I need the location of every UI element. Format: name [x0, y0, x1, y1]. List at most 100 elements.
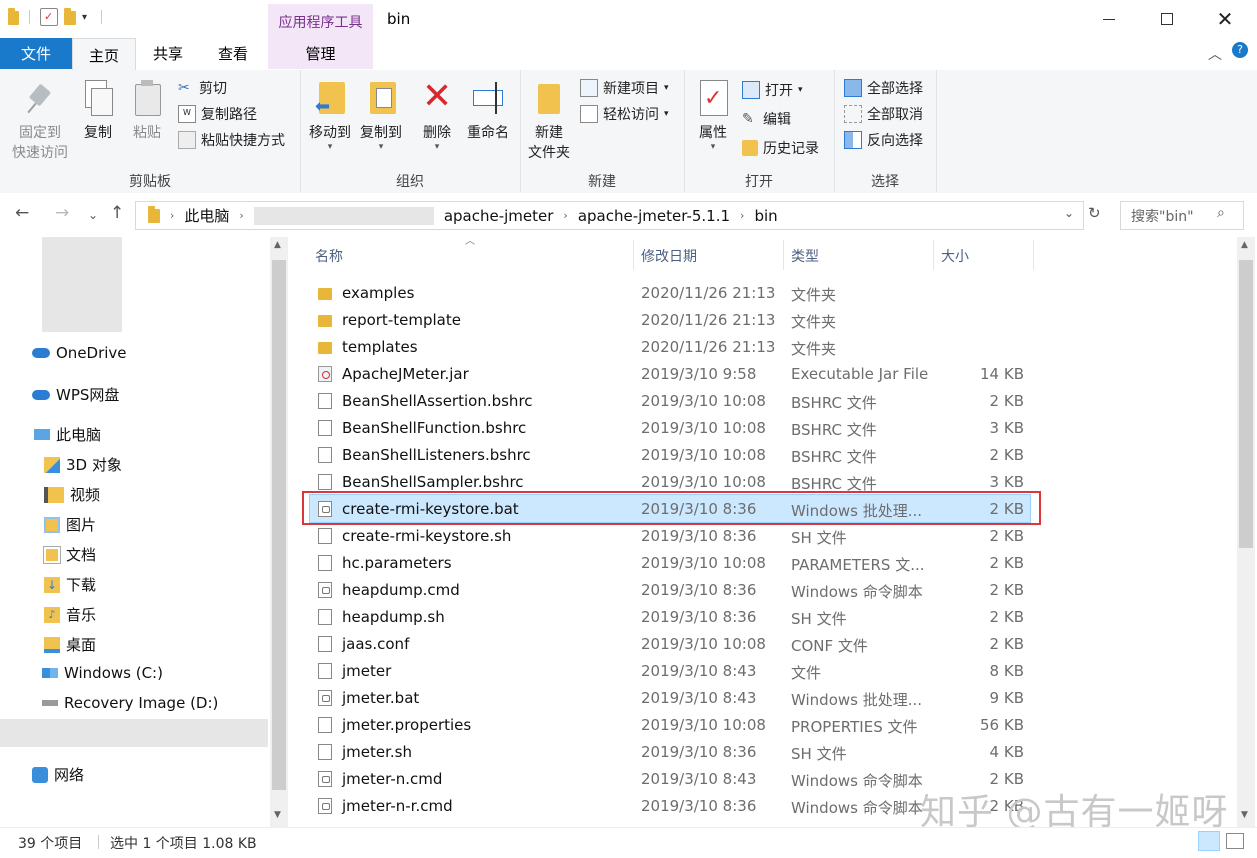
- file-row[interactable]: examples 2020/11/26 21:13 文件夹: [310, 279, 1030, 306]
- nav-item-this-pc[interactable]: 此电脑: [34, 424, 101, 445]
- nav-item-documents[interactable]: 文档: [43, 544, 96, 565]
- minimize-button[interactable]: [1080, 0, 1138, 38]
- copy-button[interactable]: 复制: [78, 80, 118, 142]
- nav-item-drive-c[interactable]: Windows (C:): [42, 664, 163, 682]
- pin-to-quick-access-button[interactable]: 固定到 快速访问: [8, 80, 72, 162]
- easy-access-button[interactable]: 轻松访问 ▾: [580, 104, 669, 124]
- nav-item-desktop[interactable]: 桌面: [44, 634, 96, 655]
- refresh-icon[interactable]: ↻: [1088, 204, 1101, 222]
- scroll-down-icon[interactable]: ▼: [1241, 810, 1248, 820]
- file-row[interactable]: BeanShellFunction.bshrc 2019/3/10 10:08 BS…: [310, 414, 1030, 441]
- column-divider[interactable]: [1033, 240, 1034, 270]
- column-header-date[interactable]: 修改日期: [641, 246, 697, 266]
- nav-scrollbar-thumb[interactable]: [272, 260, 286, 790]
- file-row[interactable]: jmeter 2019/3/10 8:43 文件 8 KB: [310, 657, 1030, 684]
- tab-file[interactable]: 文件: [0, 38, 72, 69]
- history-button[interactable]: 历史记录: [742, 138, 819, 158]
- nav-item-3d-objects[interactable]: 3D 对象: [44, 454, 122, 475]
- nav-item-music[interactable]: ♪ 音乐: [44, 604, 96, 625]
- column-divider[interactable]: [633, 240, 634, 270]
- file-row[interactable]: jmeter.bat 2019/3/10 8:43 Windows 批处理... 9 …: [310, 684, 1030, 711]
- move-to-icon: ⬅: [313, 80, 347, 118]
- paste-shortcut-button[interactable]: 粘贴快捷方式: [178, 130, 285, 150]
- nav-item-drive-d[interactable]: Recovery Image (D:): [42, 694, 218, 712]
- folder-icon: [318, 315, 332, 327]
- select-none-button[interactable]: 全部取消: [844, 104, 923, 124]
- nav-item-videos[interactable]: 视频: [44, 484, 100, 505]
- file-row[interactable]: templates 2020/11/26 21:13 文件夹: [310, 333, 1030, 360]
- history-icon: [742, 140, 758, 156]
- search-icon[interactable]: ⌕: [1217, 205, 1225, 221]
- move-to-button[interactable]: ⬅ 移动到 ▾: [305, 80, 355, 152]
- scroll-down-icon[interactable]: ▼: [274, 810, 281, 820]
- address-dropdown-icon[interactable]: ⌄: [1064, 206, 1074, 220]
- file-row[interactable]: jaas.conf 2019/3/10 10:08 CONF 文件 2 KB: [310, 630, 1030, 657]
- file-row[interactable]: report-template 2020/11/26 21:13 文件夹: [310, 306, 1030, 333]
- copy-icon: [81, 80, 115, 118]
- breadcrumb-bin[interactable]: bin: [754, 207, 777, 225]
- new-folder-button[interactable]: 新建 文件夹: [524, 80, 574, 162]
- copy-path-button[interactable]: W 复制路径: [178, 104, 257, 124]
- tab-view[interactable]: 查看: [205, 38, 261, 69]
- file-row[interactable]: BeanShellAssertion.bshrc 2019/3/10 10:08 B…: [310, 387, 1030, 414]
- maximize-button[interactable]: [1138, 0, 1196, 38]
- file-row[interactable]: jmeter.sh 2019/3/10 8:36 SH 文件 4 KB: [310, 738, 1030, 765]
- large-icons-view-icon[interactable]: [1226, 833, 1244, 849]
- cloud-icon: [32, 348, 50, 358]
- up-icon[interactable]: ↑: [110, 203, 124, 223]
- breadcrumb-apache-jmeter-5-1-1[interactable]: apache-jmeter-5.1.1: [578, 207, 730, 225]
- file-type: Windows 命令脚本: [791, 772, 923, 790]
- help-icon[interactable]: ?: [1232, 42, 1248, 58]
- customize-qat-icon[interactable]: ▾: [82, 12, 87, 23]
- properties-icon: ✓: [696, 80, 730, 118]
- properties-icon[interactable]: ✓: [40, 8, 58, 26]
- breadcrumb-apache-jmeter[interactable]: apache-jmeter: [444, 207, 554, 225]
- scroll-up-icon[interactable]: ▲: [1241, 240, 1248, 250]
- column-header-name[interactable]: 名称: [315, 246, 343, 266]
- file-row[interactable]: BeanShellListeners.bshrc 2019/3/10 10:08 B…: [310, 441, 1030, 468]
- copy-to-button[interactable]: 复制到 ▾: [356, 80, 406, 152]
- column-header-size[interactable]: 大小: [941, 246, 969, 266]
- details-view-icon[interactable]: [1198, 831, 1220, 851]
- column-divider[interactable]: [783, 240, 784, 270]
- nav-item-wps-drive[interactable]: WPS网盘: [32, 384, 119, 405]
- rename-button[interactable]: 重命名: [463, 80, 513, 142]
- tab-manage[interactable]: 管理: [268, 38, 373, 69]
- collapse-ribbon-icon[interactable]: ︿: [1208, 44, 1222, 64]
- nav-item-downloads[interactable]: ↓ 下载: [44, 574, 96, 595]
- back-icon[interactable]: ←: [15, 203, 29, 223]
- nav-item-pictures[interactable]: 图片: [44, 514, 96, 535]
- select-all-button[interactable]: 全部选择: [844, 78, 923, 98]
- file-row[interactable]: create-rmi-keystore.sh 2019/3/10 8:36 SH 文…: [310, 522, 1030, 549]
- column-header-type[interactable]: 类型: [791, 246, 819, 266]
- delete-button[interactable]: ✕ 删除 ▾: [417, 78, 457, 153]
- breadcrumb-this-pc[interactable]: 此电脑: [184, 205, 229, 226]
- new-folder-icon[interactable]: [64, 8, 76, 25]
- paste-button[interactable]: 粘贴: [127, 80, 167, 142]
- music-icon: ♪: [44, 606, 60, 623]
- file-row[interactable]: hc.parameters 2019/3/10 10:08 PARAMETERS 文…: [310, 549, 1030, 576]
- close-button[interactable]: ✕: [1196, 0, 1254, 38]
- tab-share[interactable]: 共享: [140, 38, 196, 69]
- close-icon: ✕: [1216, 7, 1234, 31]
- open-group-label: 打开: [745, 174, 773, 190]
- invert-selection-button[interactable]: 反向选择: [844, 130, 923, 150]
- properties-button[interactable]: ✓ 属性 ▾: [692, 80, 734, 152]
- nav-item-network[interactable]: 网络: [32, 764, 84, 785]
- file-row[interactable]: heapdump.cmd 2019/3/10 8:36 Windows 命令脚本 2 …: [310, 576, 1030, 603]
- column-divider[interactable]: [933, 240, 934, 270]
- tab-home[interactable]: 主页: [72, 38, 136, 71]
- edit-button[interactable]: ✎ 编辑: [742, 109, 791, 129]
- forward-icon[interactable]: →: [55, 203, 69, 223]
- recent-locations-icon[interactable]: ⌄: [88, 208, 98, 222]
- file-list-scrollbar-thumb[interactable]: [1239, 260, 1253, 548]
- scroll-up-icon[interactable]: ▲: [274, 240, 281, 250]
- cut-button[interactable]: ✂ 剪切: [178, 78, 227, 98]
- file-row[interactable]: heapdump.sh 2019/3/10 8:36 SH 文件 2 KB: [310, 603, 1030, 630]
- new-item-button[interactable]: 新建项目 ▾: [580, 78, 669, 98]
- open-button[interactable]: 打开 ▾: [742, 80, 803, 100]
- file-row[interactable]: ApacheJMeter.jar 2019/3/10 9:58 Executable…: [310, 360, 1030, 387]
- nav-item-onedrive[interactable]: OneDrive: [32, 344, 127, 362]
- file-row[interactable]: jmeter.properties 2019/3/10 10:08 PROPERTI…: [310, 711, 1030, 738]
- paste-icon: [130, 80, 164, 118]
